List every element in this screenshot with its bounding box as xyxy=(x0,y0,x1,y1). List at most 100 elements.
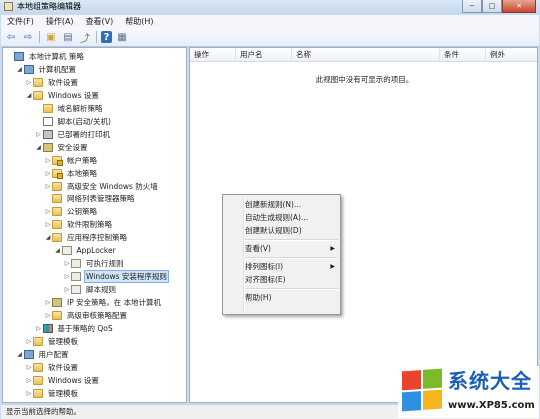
menu-help[interactable]: 帮助(H) xyxy=(119,15,159,28)
tree-item-name-resolution-policy[interactable]: 域名解析策略 xyxy=(35,102,105,115)
tree-item-label: Windows 设置 xyxy=(48,375,99,385)
collapsed-arrow-icon[interactable]: ▷ xyxy=(44,221,52,228)
column-action[interactable]: 操作 xyxy=(190,48,236,61)
tree-item-advanced-firewall[interactable]: ▷ 高级安全 Windows 防火墙 xyxy=(44,180,160,193)
expanded-arrow-icon[interactable]: ◢ xyxy=(25,92,33,99)
printer-icon xyxy=(42,129,53,139)
tree-item-account-policies[interactable]: ▷ 帐户策略 xyxy=(44,154,99,167)
tree-item-security-settings[interactable]: ◢ 安全设置 xyxy=(35,141,90,154)
properties-icon[interactable]: ▦ xyxy=(115,30,129,44)
folder-icon xyxy=(33,362,43,372)
tree-item-windows-installer-rules[interactable]: ▷ Windows 安装程序规则 xyxy=(63,270,169,284)
up-folder-icon[interactable]: ▣ xyxy=(44,30,58,44)
chart-icon xyxy=(42,323,53,333)
collapsed-arrow-icon[interactable]: ▷ xyxy=(44,170,52,177)
computer-icon xyxy=(23,64,34,74)
context-menu-arrange-icons-submenu[interactable]: 排列图标(I) ▶ xyxy=(244,260,341,273)
export-list-icon[interactable]: ⤴ xyxy=(78,30,92,45)
tree-item-advanced-audit-policy[interactable]: ▷ 高级审核策略配置 xyxy=(44,309,129,322)
collapsed-arrow-icon[interactable]: ▷ xyxy=(25,79,33,86)
expanded-arrow-icon[interactable]: ◢ xyxy=(44,234,52,241)
expanded-arrow-icon[interactable]: ◢ xyxy=(35,144,43,151)
column-exception[interactable]: 例外 xyxy=(486,48,537,61)
tree-item-local-policies[interactable]: ▷ 本地策略 xyxy=(44,167,99,180)
tree-item-executable-rules[interactable]: ▷ 可执行规则 xyxy=(63,257,126,270)
policy-icon xyxy=(71,272,81,282)
tree-item-policy-based-qos[interactable]: ▷ 基于策略的 QoS xyxy=(35,322,115,335)
collapsed-arrow-icon[interactable]: ▷ xyxy=(35,325,43,332)
help-icon[interactable]: ? xyxy=(101,31,112,43)
tree-item-user-configuration[interactable]: ◢ 用户配置 xyxy=(16,348,71,361)
forward-arrow-icon[interactable]: ⇨ xyxy=(21,30,35,44)
collapsed-arrow-icon[interactable]: ▷ xyxy=(63,260,71,267)
tree-item-label: IP 安全策略，在 本地计算机 xyxy=(67,298,162,308)
tree-item-user-windows-settings[interactable]: ▷ Windows 设置 xyxy=(25,374,101,387)
back-arrow-icon[interactable]: ⇦ xyxy=(4,30,18,44)
column-name[interactable]: 名称 xyxy=(292,48,440,61)
tree-item-application-control-policies[interactable]: ◢ 应用程序控制策略 xyxy=(44,231,129,244)
collapsed-arrow-icon[interactable]: ▷ xyxy=(44,299,52,306)
watermark-text: 系统大全 xyxy=(448,369,532,393)
context-menu-view-submenu[interactable]: 查看(V) ▶ xyxy=(244,242,341,255)
tree-item-administrative-templates-user[interactable]: ▷ 管理模板 xyxy=(25,387,80,400)
folder-icon xyxy=(52,311,62,320)
tree-item-windows-settings[interactable]: ◢ Windows 设置 xyxy=(25,89,101,102)
tree-item-label: 已部署的打印机 xyxy=(57,129,111,139)
collapsed-arrow-icon[interactable]: ▷ xyxy=(25,390,33,397)
empty-view-message: 此视图中没有可显示的项目。 xyxy=(315,75,414,84)
tree-item-applocker[interactable]: ◢ AppLocker xyxy=(54,244,118,257)
minimize-button[interactable]: − xyxy=(462,0,482,13)
maximize-button[interactable]: □ xyxy=(482,0,502,13)
tree-item-computer-configuration[interactable]: ◢ 计算机配置 xyxy=(16,63,79,76)
collapsed-arrow-icon[interactable]: ▷ xyxy=(25,377,33,384)
tree-item-script-rules[interactable]: ▷ 脚本规则 xyxy=(63,283,118,296)
gpedit-app-icon xyxy=(4,2,13,11)
context-menu-line-up-icons[interactable]: 对齐图标(E) xyxy=(244,273,341,286)
tree-item-ip-security-policies[interactable]: ▷ IP 安全策略，在 本地计算机 xyxy=(44,296,163,309)
shield-icon xyxy=(42,142,53,152)
tree-item-deployed-printers[interactable]: ▷ 已部署的打印机 xyxy=(35,128,113,141)
shield-icon xyxy=(52,298,62,308)
collapsed-arrow-icon[interactable]: ▷ xyxy=(44,183,52,190)
context-menu-auto-generate-rules[interactable]: 自动生成规则(A)... xyxy=(244,211,341,224)
collapsed-arrow-icon[interactable]: ▷ xyxy=(25,364,33,371)
tree-item-public-key-policies[interactable]: ▷ 公钥策略 xyxy=(44,205,99,218)
menu-file[interactable]: 文件(F) xyxy=(1,15,40,28)
menu-action[interactable]: 操作(A) xyxy=(40,15,80,28)
menu-item-label: 自动生成规则(A)... xyxy=(245,213,309,222)
column-condition[interactable]: 条件 xyxy=(440,48,486,61)
policy-icon xyxy=(61,246,72,256)
tree-item-user-software-settings[interactable]: ▷ 软件设置 xyxy=(25,361,80,374)
collapsed-arrow-icon[interactable]: ▷ xyxy=(44,157,52,164)
context-menu-create-new-rule[interactable]: 创建新规则(N)... xyxy=(244,198,341,211)
computer-icon xyxy=(23,349,34,359)
tree-item-scripts-startup-shutdown[interactable]: 脚本(启动/关机) xyxy=(35,115,113,128)
context-menu-create-default-rules[interactable]: 创建默认规则(D) xyxy=(244,224,341,237)
computer-icon xyxy=(14,52,24,61)
collapsed-arrow-icon[interactable]: ▷ xyxy=(44,208,52,215)
close-button[interactable]: ✕ xyxy=(502,0,536,13)
tree-item-label: 帐户策略 xyxy=(67,155,97,165)
expanded-arrow-icon[interactable]: ◢ xyxy=(16,66,24,73)
title-bar[interactable]: 本地组策略编辑器 − □ ✕ xyxy=(0,0,540,14)
tree-item-label: 脚本规则 xyxy=(86,285,116,295)
tree-item-network-list-manager-policies[interactable]: 网络列表管理器策略 xyxy=(44,192,137,205)
policy-icon xyxy=(71,259,81,269)
collapsed-arrow-icon[interactable]: ▷ xyxy=(25,338,33,345)
tree-item-label: 本地计算机 策略 xyxy=(29,52,84,61)
tree-item-local-computer-policy[interactable]: 本地计算机 策略 xyxy=(6,50,86,63)
column-user[interactable]: 用户名 xyxy=(236,48,292,61)
collapsed-arrow-icon[interactable]: ▷ xyxy=(63,286,71,293)
menu-view[interactable]: 查看(V) xyxy=(80,15,120,28)
context-menu-help[interactable]: 帮助(H) xyxy=(244,291,341,304)
tree-item-software-restriction-policies[interactable]: ▷ 软件限制策略 xyxy=(44,218,114,231)
tree-item-software-settings[interactable]: ▷ 软件设置 xyxy=(25,76,80,89)
submenu-arrow-icon: ▶ xyxy=(330,245,335,252)
show-hide-tree-icon[interactable]: ▤ xyxy=(61,30,75,44)
collapsed-arrow-icon[interactable]: ▷ xyxy=(44,312,52,319)
expanded-arrow-icon[interactable]: ◢ xyxy=(54,247,62,254)
collapsed-arrow-icon[interactable]: ▷ xyxy=(63,273,71,280)
tree-item-administrative-templates-computer[interactable]: ▷ 管理模板 xyxy=(25,335,80,348)
expanded-arrow-icon[interactable]: ◢ xyxy=(16,351,24,358)
collapsed-arrow-icon[interactable]: ▷ xyxy=(35,131,43,138)
